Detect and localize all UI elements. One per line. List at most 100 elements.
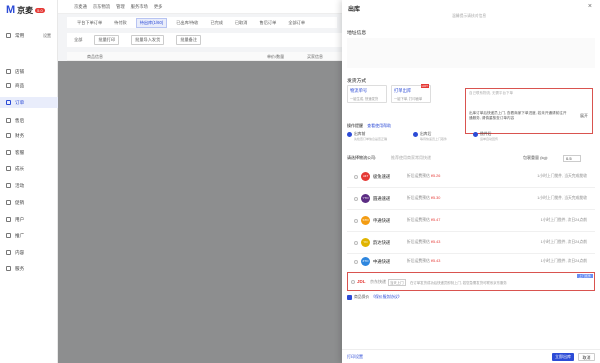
expand-button[interactable]: 展开 <box>580 113 588 119</box>
op-label: 出库后 <box>420 132 432 136</box>
topnav-item[interactable]: 管理 <box>116 4 125 10</box>
jd-tag: 当天上门 <box>388 279 406 286</box>
close-icon[interactable]: × <box>588 3 592 10</box>
tab-platform[interactable]: 平台下单订单 <box>74 19 105 27</box>
highlight-box-jd[interactable]: JDL 京东快递 当天上门 在订单发货成功后快递员即刻上门, 若您急需发货可联系… <box>347 272 595 291</box>
courier-radio[interactable] <box>354 241 358 245</box>
user-icon <box>6 217 11 222</box>
insurance-agreement-link[interactable]: 《保价服务协议》 <box>371 295 401 300</box>
courier-fee: 折后运费预估 ¥5.26 <box>407 174 440 179</box>
weight-label: 包裹重量 (kg): <box>523 155 549 160</box>
sidebar-item-label: 促销 <box>15 199 25 205</box>
sidebar-item-content[interactable]: 内容 <box>0 247 58 258</box>
sidebar-settings-link[interactable]: 设置 <box>43 33 51 39</box>
headset-icon <box>6 150 11 155</box>
mode-print-ship[interactable]: HOT 打单出库 一键下单, 打印面单 <box>391 84 431 103</box>
courier-fee: 折后运费预估 ¥5.43 <box>407 240 440 245</box>
print-settings-link[interactable]: 打印设置 <box>347 354 363 360</box>
sidebar-item-growth[interactable]: 成长 <box>0 163 58 174</box>
courier-select-bar: 请选择物流公司: 推荐使用商家常用快递 包裹重量 (kg): 0.5 <box>347 155 595 164</box>
cancel-button[interactable]: 取消 <box>578 353 595 361</box>
sidebar-item-label: 订单 <box>15 99 25 105</box>
tab-all[interactable]: 全部订单 <box>285 19 308 27</box>
sidebar-item-store[interactable]: 店铺 <box>0 66 58 77</box>
courier-radio[interactable] <box>354 175 358 179</box>
sidebar-item-ads[interactable]: 推广 <box>0 230 58 241</box>
mode-tracking-number[interactable]: 物流单号 一键生成, 快速发货 <box>347 85 387 103</box>
sidebar-item-order[interactable]: 订单 <box>0 97 58 108</box>
hot-badge: HOT <box>420 84 429 88</box>
batch-import-button[interactable]: 批量导入发货 <box>131 35 165 45</box>
store-icon <box>6 69 11 74</box>
tab-pending-shipment[interactable]: 待出库(1/60) <box>135 17 168 28</box>
courier-logo-icon: YD <box>361 238 370 247</box>
filter-all[interactable]: 全部 <box>74 37 82 43</box>
fee-value: ¥5.43 <box>430 259 441 263</box>
sidebar-item-finance[interactable]: 财务 <box>0 130 58 141</box>
sidebar-item-user[interactable]: 用户 <box>0 214 58 225</box>
batch-print-button[interactable]: 批量打印 <box>94 35 120 45</box>
sub-toolbar: 全部 批量打印 批量导入发货 批量备注 <box>67 33 342 47</box>
guide-text: 出库订单后快递员上门, 查看商家下单进度, 若未开通请前往开通服务, 请慎重核查… <box>469 111 567 120</box>
sidebar-item-aftersale[interactable]: 售后 <box>0 115 58 126</box>
fee-value: ¥5.30 <box>430 196 441 200</box>
confirm-button[interactable]: 立即出库 <box>552 353 574 361</box>
courier-name: 中通快递 <box>373 259 391 264</box>
mode-title: 打单出库 <box>394 88 412 93</box>
mode-desc: 一键下单, 打印面单 <box>394 97 423 101</box>
courier-radio[interactable] <box>354 219 358 223</box>
courier-row[interactable]: J&T 极兔速递 折后运费预估 ¥5.26 1小时上门揽件, 当天完成揽收 <box>347 166 595 188</box>
service-icon <box>6 266 11 271</box>
topnav-item[interactable]: 更多 <box>154 4 163 10</box>
insurance-label: 商品保价 <box>354 295 370 299</box>
topnav-item[interactable]: 京麦通 <box>74 4 87 10</box>
select-label: 请选择物流公司: <box>347 155 377 160</box>
courier-fee: 折后运费预估 ¥5.30 <box>407 196 440 201</box>
sidebar-item-label: 服务 <box>15 265 25 271</box>
tab-unpaid[interactable]: 待付款 <box>111 19 130 27</box>
op-desc: 先检查订单信息是否正确 <box>354 137 388 141</box>
tab-shipped[interactable]: 已出库/待收 <box>173 19 201 27</box>
star-icon <box>6 33 11 38</box>
sidebar-item-label: 客服 <box>15 149 25 155</box>
weight-input[interactable]: 0.5 <box>563 155 581 162</box>
courier-logo-icon: ZTO <box>361 257 370 266</box>
sidebar-item-label: 商品 <box>15 82 25 88</box>
batch-remark-button[interactable]: 批量备注 <box>176 35 202 45</box>
jd-radio[interactable] <box>351 280 355 284</box>
step-icon <box>347 132 352 137</box>
drawer-footer: 打印设置 立即出库 取消 <box>342 349 600 363</box>
tab-cancelled[interactable]: 已取消 <box>232 19 251 27</box>
fee-label: 折后运费预估 <box>407 259 430 263</box>
sidebar-item-label: 售后 <box>15 117 25 123</box>
order-tabs: 平台下单订单 待付款 待出库(1/60) 已出库/待收 已完成 已取消 售后订单… <box>67 17 337 28</box>
insurance-checkbox[interactable] <box>347 295 352 300</box>
fee-label: 折后运费预估 <box>407 240 430 244</box>
topnav-item[interactable]: 服务市场 <box>131 4 148 10</box>
product-icon <box>6 83 11 88</box>
app-root: M 京麦 5.0 常用 设置 店铺 商品 订单 售后 财务 客服 成长 活动 促… <box>0 0 600 363</box>
promo-icon <box>6 200 11 205</box>
sidebar-item-promo[interactable]: 促销 <box>0 197 58 208</box>
tab-completed[interactable]: 已完成 <box>207 19 226 27</box>
modal-backdrop[interactable] <box>58 61 342 363</box>
courier-row[interactable]: ZTO 中通快递 折后运费预估 ¥5.43 1小时上门揽件, 次日24点前 <box>347 251 595 273</box>
sidebar-item-label: 活动 <box>15 182 25 188</box>
fee-value: ¥5.47 <box>430 218 441 222</box>
ops-help-link[interactable]: 查看使用帮助 <box>367 123 391 128</box>
sidebar-item-product[interactable]: 商品 <box>0 80 58 91</box>
courier-row[interactable]: STO 申通快递 折后运费预估 ¥5.47 1小时上门揽件, 次日24点前 <box>347 210 595 232</box>
fee-label: 折后运费预估 <box>407 174 430 178</box>
op-label: 出库前 <box>354 132 366 136</box>
sidebar-item-label: 内容 <box>15 249 25 255</box>
courier-row[interactable]: YTO 圆通速递 折后运费预估 ¥5.30 1小时上门揽件, 当天完成揽收 <box>347 188 595 210</box>
logo[interactable]: M 京麦 5.0 <box>6 4 45 16</box>
sidebar-item-services[interactable]: 服务 <box>0 263 58 274</box>
tab-aftersale[interactable]: 售后订单 <box>257 19 280 27</box>
sidebar-item-activity[interactable]: 活动 <box>0 180 58 191</box>
sidebar-item-service[interactable]: 客服 <box>0 147 58 158</box>
aftersale-icon <box>6 118 11 123</box>
courier-radio[interactable] <box>354 197 358 201</box>
courier-radio[interactable] <box>354 260 358 264</box>
topnav-item[interactable]: 京东物流 <box>93 4 110 10</box>
